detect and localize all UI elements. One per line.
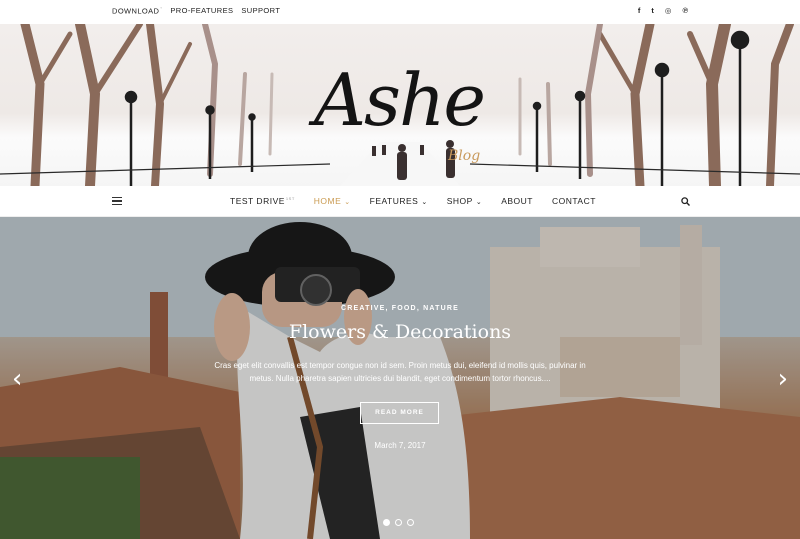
featured-slider: CREATIVE, FOOD, NATURE Flowers & Decorat… <box>0 217 800 539</box>
top-links: DOWNLOAD° PRO-FEATURES SUPPORT <box>112 6 280 16</box>
chevron-down-icon: ⌄ <box>344 199 351 206</box>
top-link-pro-features[interactable]: PRO-FEATURES <box>170 6 233 16</box>
slider-dot[interactable] <box>383 519 390 526</box>
logo-text: Ashe <box>314 58 486 142</box>
download-badge: ° <box>160 6 163 11</box>
nav-item-contact[interactable]: CONTACT <box>552 196 596 206</box>
top-link-download[interactable]: DOWNLOAD° <box>112 6 162 16</box>
header-image: Ashe Blog <box>0 24 800 186</box>
nav-item-label: FEATURES <box>369 196 419 206</box>
chevron-down-icon: ⌄ <box>421 199 428 206</box>
nav-item-features[interactable]: FEATURES ⌄ <box>370 196 428 206</box>
slider-dot[interactable] <box>395 519 402 526</box>
twitter-icon[interactable]: t <box>651 6 654 15</box>
nav-item-badge: 1ST <box>285 196 295 202</box>
chevron-right-icon[interactable]: › <box>778 366 788 392</box>
nav-item-label: TEST DRIVE <box>230 196 285 206</box>
chevron-down-icon: ⌄ <box>475 199 483 206</box>
site-logo[interactable]: Ashe Blog <box>314 58 514 168</box>
nav-item-home[interactable]: HOME ⌄ <box>314 196 351 206</box>
slider-dot[interactable] <box>407 519 414 526</box>
slider-pagination <box>383 519 414 526</box>
nav-item-label: SHOP <box>446 196 473 206</box>
logo-subtext: Blog <box>448 148 481 164</box>
slide-excerpt: Cras eget elit convallis est tempor cong… <box>214 361 586 383</box>
nav-item-test-drive[interactable]: TEST DRIVE1ST <box>230 196 295 206</box>
slide-date: March 7, 2017 <box>374 441 426 450</box>
search-icon[interactable] <box>681 197 690 206</box>
nav-item-label: HOME <box>313 196 342 206</box>
chevron-left-icon[interactable]: ‹ <box>12 366 22 392</box>
nav-item-about[interactable]: ABOUT <box>501 196 533 206</box>
hamburger-menu-icon[interactable] <box>112 197 122 206</box>
instagram-icon[interactable]: ◎ <box>665 6 672 15</box>
slide-categories[interactable]: CREATIVE, FOOD, NATURE <box>0 305 800 312</box>
top-link-download-label: DOWNLOAD <box>112 6 160 16</box>
nav-item-shop[interactable]: SHOP ⌄ <box>447 196 482 206</box>
facebook-icon[interactable]: f <box>638 6 641 15</box>
main-navigation: TEST DRIVE1ST HOME ⌄ FEATURES ⌄ SHOP ⌄ ABOU… <box>0 186 800 217</box>
top-link-support[interactable]: SUPPORT <box>241 6 280 16</box>
top-bar: DOWNLOAD° PRO-FEATURES SUPPORT f t ◎ ℗ <box>0 0 800 24</box>
nav-menu: TEST DRIVE1ST HOME ⌄ FEATURES ⌄ SHOP ⌄ ABOU… <box>230 196 615 206</box>
pinterest-icon[interactable]: ℗ <box>682 6 688 15</box>
social-icons: f t ◎ ℗ <box>638 6 688 15</box>
slide-title[interactable]: Flowers & Decorations <box>0 321 800 343</box>
read-more-button[interactable]: READ MORE <box>360 402 439 424</box>
